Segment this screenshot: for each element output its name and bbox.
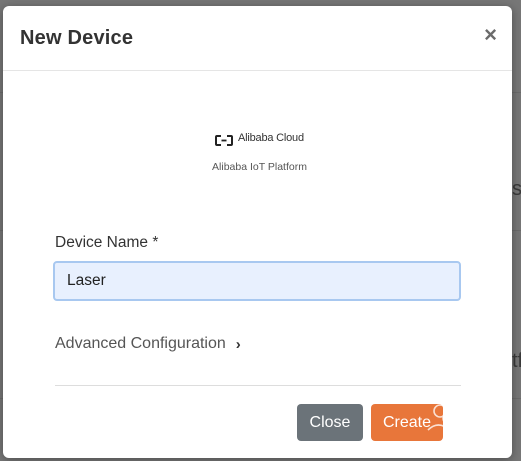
modal-header: New Device × — [3, 6, 512, 71]
advanced-configuration-toggle[interactable]: Advanced Configuration › — [55, 335, 241, 353]
alibaba-cloud-logo-icon — [215, 133, 233, 146]
create-button[interactable]: Create — [371, 404, 443, 441]
alibaba-cloud-logo: Alibaba Cloud — [215, 132, 304, 146]
background-text: s — [512, 178, 521, 200]
chevron-right-icon: › — [235, 335, 241, 353]
close-icon[interactable]: × — [484, 24, 497, 46]
advanced-configuration-label: Advanced Configuration — [55, 335, 226, 352]
background-text: tf — [512, 350, 521, 372]
close-button[interactable]: Close — [297, 404, 363, 441]
device-name-label: Device Name * — [55, 234, 159, 251]
modal-title: New Device — [20, 27, 134, 49]
device-name-input[interactable] — [53, 261, 461, 301]
new-device-modal: New Device × Alibaba Cloud Alibaba IoT P… — [3, 6, 512, 458]
platform-name: Alibaba IoT Platform — [212, 161, 307, 173]
logo-text: Alibaba Cloud — [238, 132, 304, 144]
footer-divider — [55, 385, 461, 386]
